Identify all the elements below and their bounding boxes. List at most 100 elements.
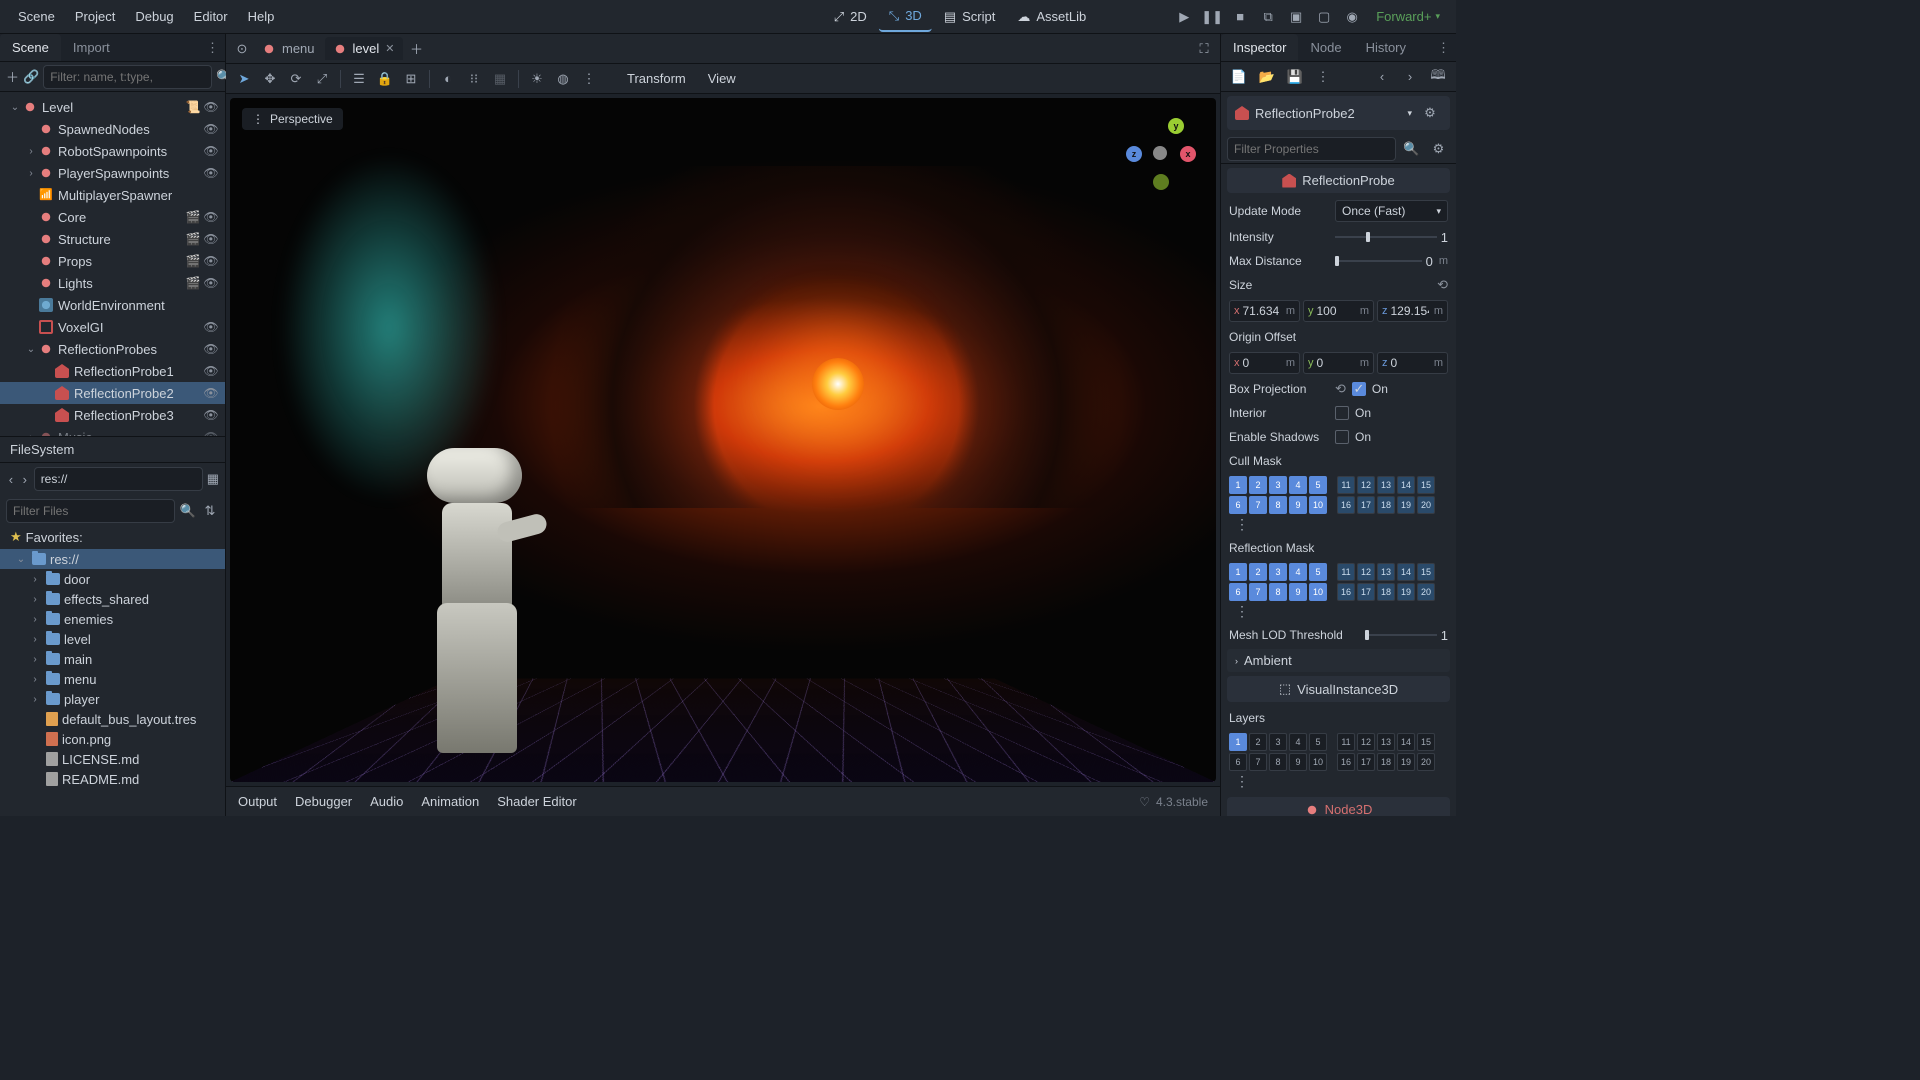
instantiate-scene-button[interactable]: 🔗 [23, 65, 39, 89]
scene-node-core[interactable]: Core🎬👁 [0, 206, 225, 228]
scene-node-structure[interactable]: Structure🎬👁 [0, 228, 225, 250]
tree-toggle-icon[interactable]: › [24, 168, 38, 179]
menu-project[interactable]: Project [65, 3, 125, 30]
list-select-icon[interactable]: ☰ [347, 67, 371, 91]
lock-icon[interactable]: 🔒 [373, 67, 397, 91]
layer-20[interactable]: 20 [1417, 583, 1435, 601]
gizmo-neg-y[interactable] [1153, 174, 1169, 190]
class-header-reflectionprobe[interactable]: ReflectionProbe [1227, 168, 1450, 193]
debugger-tab[interactable]: Debugger [295, 794, 352, 809]
layer-4[interactable]: 4 [1289, 476, 1307, 494]
fs-item-license-md[interactable]: LICENSE.md [0, 749, 225, 769]
fs-filter-input[interactable] [6, 499, 175, 523]
animation-tab[interactable]: Animation [421, 794, 479, 809]
perspective-badge[interactable]: ⋮Perspective [242, 108, 343, 130]
layer-12[interactable]: 12 [1357, 733, 1375, 751]
layer-9[interactable]: 9 [1289, 753, 1307, 771]
layer-12[interactable]: 12 [1357, 476, 1375, 494]
class-header-visualinstance[interactable]: ⬚VisualInstance3D [1227, 676, 1450, 702]
scene-node-level[interactable]: ⌄Level📜👁 [0, 96, 225, 118]
gizmo-z-axis[interactable]: z [1126, 146, 1142, 162]
ambient-section[interactable]: ›Ambient [1227, 649, 1450, 672]
layer-20[interactable]: 20 [1417, 753, 1435, 771]
node-tab[interactable]: Node [1298, 34, 1353, 61]
inspector-filter-input[interactable] [1227, 137, 1396, 161]
size-z-input[interactable]: z129.154m [1377, 300, 1448, 322]
dock-options-icon[interactable]: ⋮ [200, 40, 225, 56]
layer-8[interactable]: 8 [1269, 496, 1287, 514]
workspace-3d[interactable]: ⤡3D [879, 2, 932, 32]
layer-options-icon[interactable]: ⋮ [1235, 773, 1249, 790]
layer-3[interactable]: 3 [1269, 476, 1287, 494]
workspace-2d[interactable]: ⤢2D [824, 2, 877, 32]
scene-node-voxelgi[interactable]: VoxelGI👁 [0, 316, 225, 338]
play-scene-button[interactable]: ▣ [1284, 5, 1308, 29]
heart-icon[interactable]: ♡ [1139, 795, 1150, 809]
layer-16[interactable]: 16 [1337, 583, 1355, 601]
resource-load-icon[interactable]: 📂 [1255, 65, 1279, 89]
layer-13[interactable]: 13 [1377, 476, 1395, 494]
close-tab-icon[interactable]: ✕ [385, 42, 394, 55]
layer-4[interactable]: 4 [1289, 733, 1307, 751]
workspace-script[interactable]: ▤Script [934, 2, 1006, 32]
inspector-search-icon[interactable]: 🔍 [1400, 137, 1423, 161]
layer-6[interactable]: 6 [1229, 753, 1247, 771]
fs-sort-icon[interactable]: ⇅ [201, 499, 219, 523]
select-tool-icon[interactable]: ➤ [232, 67, 256, 91]
pause-button[interactable]: ❚❚ [1200, 5, 1224, 29]
vis-icon[interactable]: 👁 [203, 143, 219, 159]
fs-item-level[interactable]: ›level [0, 629, 225, 649]
menu-scene[interactable]: Scene [8, 3, 65, 30]
history-back-icon[interactable]: ‹ [1370, 65, 1394, 89]
remote-debug-icon[interactable]: ⧉ [1256, 5, 1280, 29]
movie-maker-icon[interactable]: ◉ [1340, 5, 1364, 29]
layer-17[interactable]: 17 [1357, 496, 1375, 514]
scene-node-playerspawnpoints[interactable]: ›PlayerSpawnpoints👁 [0, 162, 225, 184]
scene-icon[interactable]: 🎬 [185, 253, 201, 269]
layer-2[interactable]: 2 [1249, 476, 1267, 494]
size-y-input[interactable]: y100m [1303, 300, 1374, 322]
intensity-slider[interactable] [1335, 236, 1437, 238]
scene-node-spawnednodes[interactable]: SpawnedNodes👁 [0, 118, 225, 140]
snap-icon[interactable]: ⁝⁝ [462, 67, 486, 91]
layer-8[interactable]: 8 [1269, 753, 1287, 771]
cull-mask-grid[interactable]: 1234567891011121314151617181920⋮ [1221, 473, 1456, 536]
vis-icon[interactable]: 👁 [203, 429, 219, 436]
viewport-gizmo[interactable]: y z x [1126, 118, 1196, 188]
gizmo-x-axis[interactable]: x [1180, 146, 1196, 162]
layer-15[interactable]: 15 [1417, 733, 1435, 751]
layer-16[interactable]: 16 [1337, 753, 1355, 771]
scale-tool-icon[interactable]: ⤢ [310, 67, 334, 91]
layer-18[interactable]: 18 [1377, 496, 1395, 514]
vis-icon[interactable]: 👁 [203, 319, 219, 335]
gizmo-y-axis[interactable]: y [1168, 118, 1184, 134]
tree-toggle-icon[interactable]: › [24, 432, 38, 437]
layer-13[interactable]: 13 [1377, 563, 1395, 581]
add-node-button[interactable]: ＋ [6, 65, 19, 89]
add-scene-tab-button[interactable]: ＋ [405, 37, 429, 61]
origin-x-input[interactable]: x0m [1229, 352, 1300, 374]
layer-15[interactable]: 15 [1417, 563, 1435, 581]
transform-menu[interactable]: Transform [617, 65, 696, 92]
play-custom-scene-button[interactable]: ▢ [1312, 5, 1336, 29]
vis-icon[interactable]: 👁 [203, 209, 219, 225]
vis-icon[interactable]: 👁 [203, 385, 219, 401]
resource-save-icon[interactable]: 💾 [1283, 65, 1307, 89]
history-fwd-icon[interactable]: › [1398, 65, 1422, 89]
move-tool-icon[interactable]: ✥ [258, 67, 282, 91]
refl-mask-grid[interactable]: 1234567891011121314151617181920⋮ [1221, 560, 1456, 623]
intensity-value[interactable]: 1 [1441, 230, 1448, 245]
maxdist-slider[interactable] [1335, 260, 1422, 262]
scene-node-reflectionprobe2[interactable]: ReflectionProbe2👁 [0, 382, 225, 404]
object-help-icon[interactable]: 🕮 [1426, 65, 1450, 89]
layer-5[interactable]: 5 [1309, 733, 1327, 751]
fs-item-enemies[interactable]: ›enemies [0, 609, 225, 629]
menu-help[interactable]: Help [238, 3, 285, 30]
layer-6[interactable]: 6 [1229, 496, 1247, 514]
fs-item-readme-md[interactable]: README.md [0, 769, 225, 789]
fs-item-effects-shared[interactable]: ›effects_shared [0, 589, 225, 609]
output-tab[interactable]: Output [238, 794, 277, 809]
tree-toggle-icon[interactable]: › [24, 146, 38, 157]
layer-11[interactable]: 11 [1337, 733, 1355, 751]
layer-8[interactable]: 8 [1269, 583, 1287, 601]
